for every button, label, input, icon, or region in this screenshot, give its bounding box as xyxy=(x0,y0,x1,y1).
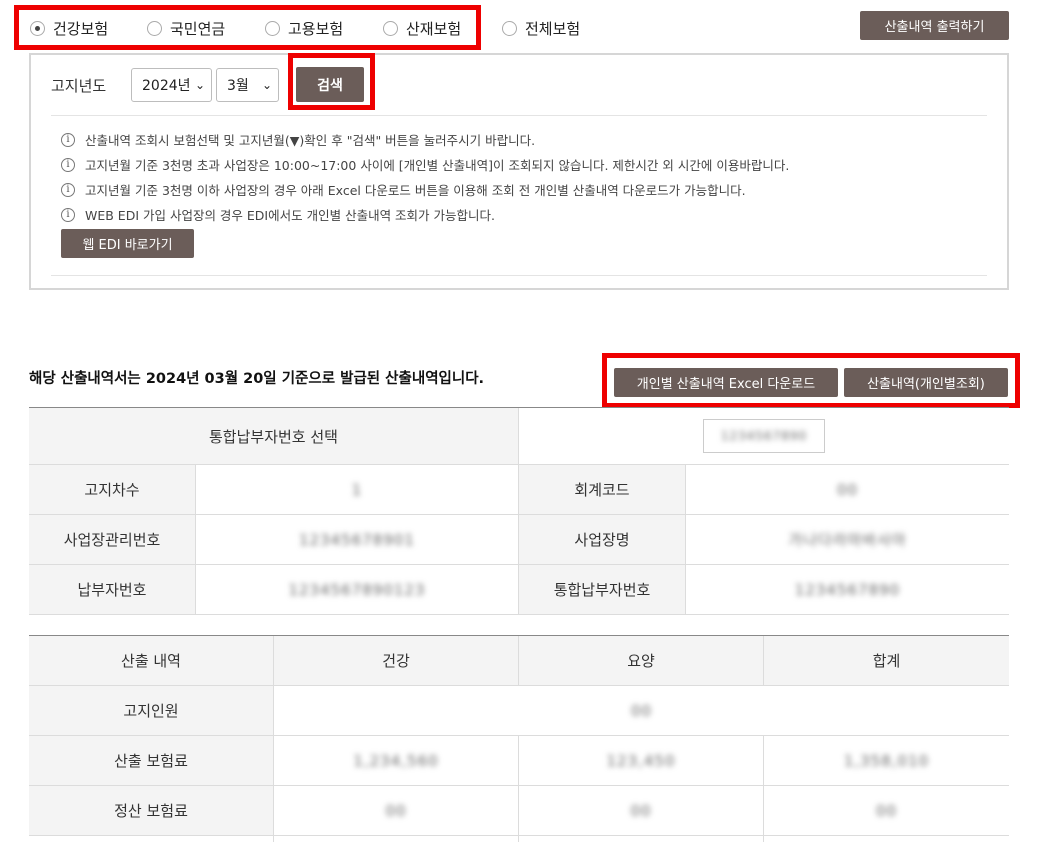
month-value: 3월 xyxy=(227,78,249,94)
notice-item: i WEB EDI 가입 사업장의 경우 EDI에서도 개인별 산출내역 조회가… xyxy=(61,205,495,224)
calc-value: 00 xyxy=(764,786,1009,835)
calc-value: 1,358,010 xyxy=(764,736,1009,785)
radio-all[interactable]: 전체보험 xyxy=(502,18,580,39)
calc-row-label: 정산 보험료 xyxy=(29,786,273,835)
select-label-cell: 통합납부자번호 선택 xyxy=(29,408,518,464)
calc-value: 00 xyxy=(274,786,518,835)
divider xyxy=(51,275,987,276)
value-text: 1234567890123 xyxy=(288,580,426,599)
row-value: 가나다라마바사아 xyxy=(686,515,1009,564)
value-text: 123,450 xyxy=(606,751,676,770)
search-panel: 고지년도 2024년 ⌄ 3월 ⌄ 검색 i 산출내역 조회시 보험선택 및 고… xyxy=(29,53,1009,290)
info-icon: i xyxy=(61,207,75,222)
col-divider xyxy=(763,736,764,842)
year-value: 2024년 xyxy=(142,78,191,94)
notice-text: WEB EDI 가입 사업장의 경우 EDI에서도 개인별 산출내역 조회가 가… xyxy=(85,208,495,223)
year-select[interactable]: 2024년 ⌄ xyxy=(131,68,212,102)
value-text: 1234567890 xyxy=(794,580,901,599)
divider xyxy=(51,115,987,116)
chevron-down-icon: ⌄ xyxy=(194,78,205,92)
value-text: 00 xyxy=(385,801,407,820)
value-text: 12345678901 xyxy=(299,530,415,549)
chevron-down-icon: ⌄ xyxy=(261,78,272,92)
row-value: 00 xyxy=(686,465,1009,514)
row-label: 납부자번호 xyxy=(29,565,195,614)
row-label: 사업장관리번호 xyxy=(29,515,195,564)
row-label: 회계코드 xyxy=(519,465,685,514)
payer-select-field[interactable]: 1234567890 xyxy=(519,408,1009,464)
row-value: 1234567890123 xyxy=(196,565,518,614)
calc-header: 건강 xyxy=(274,636,518,685)
col-divider xyxy=(685,465,686,614)
col-divider xyxy=(518,736,519,842)
col-divider xyxy=(195,465,196,614)
row-divider xyxy=(29,835,1009,836)
notice-text: 고지년월 기준 3천명 초과 사업장은 10:00~17:00 사이에 [개인별… xyxy=(85,158,790,173)
row-label: 통합납부자번호 xyxy=(519,565,685,614)
print-button[interactable]: 산출내역 출력하기 xyxy=(860,11,1009,40)
calc-value: 1,234,560 xyxy=(274,736,518,785)
web-edi-button[interactable]: 웹 EDI 바로가기 xyxy=(61,229,194,258)
notice-item: i 산출내역 조회시 보험선택 및 고지년월(▼)확인 후 "검색" 버튼을 눌… xyxy=(61,130,535,149)
calc-merged-value: 00 xyxy=(274,686,1009,735)
highlight-download-buttons xyxy=(602,353,1020,408)
value-text: 00 xyxy=(630,701,653,720)
notice-item: i 고지년월 기준 3천명 초과 사업장은 10:00~17:00 사이에 [개… xyxy=(61,155,789,174)
notice-text: 고지년월 기준 3천명 이하 사업장의 경우 아래 Excel 다운로드 버튼을… xyxy=(85,183,746,198)
calc-value: 00 xyxy=(519,786,763,835)
row-divider xyxy=(29,614,1009,615)
value-text: 00 xyxy=(875,801,898,820)
highlight-radio-box xyxy=(14,5,481,50)
issued-notice: 해당 산출내역서는 2024년 03월 20일 기준으로 발급된 산출내역입니다… xyxy=(29,371,485,387)
radio-circle xyxy=(502,21,517,36)
calc-header: 요양 xyxy=(519,636,763,685)
calc-row-label: 산출 보험료 xyxy=(29,736,273,785)
value-text: 1 xyxy=(351,480,363,499)
value-text: 00 xyxy=(630,801,652,820)
payer-select-value: 1234567890 xyxy=(720,429,808,443)
notice-year-label: 고지년도 xyxy=(51,77,107,95)
row-label: 고지차수 xyxy=(29,465,195,514)
info-icon: i xyxy=(61,182,75,197)
calc-row-label: 고지인원 xyxy=(29,686,273,735)
col-divider xyxy=(273,636,274,842)
calc-header: 산출 내역 xyxy=(29,636,273,685)
row-value: 12345678901 xyxy=(196,515,518,564)
value-text: 가나다라마바사아 xyxy=(788,531,907,549)
row-value: 1 xyxy=(196,465,518,514)
col-divider xyxy=(518,636,519,685)
info-icon: i xyxy=(61,157,75,172)
calc-header: 합계 xyxy=(764,636,1009,685)
row-label: 사업장명 xyxy=(519,515,685,564)
radio-label: 전체보험 xyxy=(525,20,581,38)
info-icon: i xyxy=(61,132,75,147)
notice-item: i 고지년월 기준 3천명 이하 사업장의 경우 아래 Excel 다운로드 버… xyxy=(61,180,746,199)
col-divider xyxy=(763,636,764,685)
value-text: 00 xyxy=(836,480,859,499)
highlight-search-button xyxy=(288,53,375,110)
payer-select-box: 1234567890 xyxy=(703,419,825,453)
row-value: 1234567890 xyxy=(686,565,1009,614)
value-text: 1,234,560 xyxy=(353,751,439,770)
value-text: 1,358,010 xyxy=(843,751,930,770)
month-select[interactable]: 3월 ⌄ xyxy=(216,68,279,102)
calc-value: 123,450 xyxy=(519,736,763,785)
notice-text: 산출내역 조회시 보험선택 및 고지년월(▼)확인 후 "검색" 버튼을 눌러주… xyxy=(85,133,536,148)
